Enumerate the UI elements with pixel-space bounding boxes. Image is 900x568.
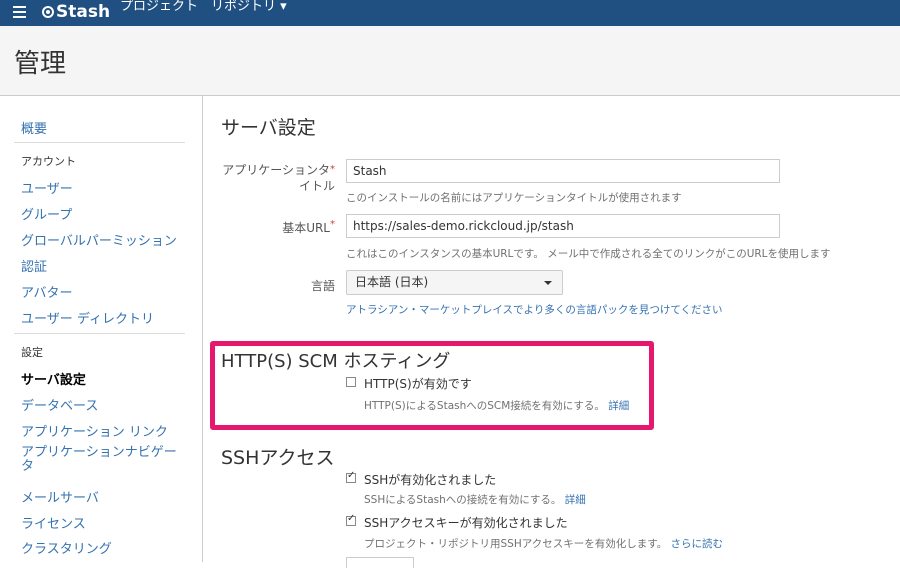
app-title-input[interactable]: Stash bbox=[346, 159, 780, 183]
base-url-label: 基本URL* bbox=[218, 219, 335, 236]
sidebar-item-licensing[interactable]: ライセンス bbox=[21, 513, 86, 532]
ssh-enabled-label: SSHが有効化されました bbox=[364, 473, 497, 487]
sidebar-item-overview[interactable]: 概要 bbox=[21, 118, 47, 137]
app-title-description: このインストールの名前にはアプリケーションタイトルが使用されます bbox=[346, 192, 682, 204]
sidebar-item-avatars[interactable]: アバター bbox=[21, 282, 72, 301]
sidebar-item-global-permissions[interactable]: グローバルパーミッション bbox=[21, 230, 177, 249]
sidebar-item-users[interactable]: ユーザー bbox=[21, 178, 73, 197]
stash-logo-icon bbox=[42, 6, 54, 18]
base-url-input[interactable]: https://sales-demo.rickcloud.jp/stash bbox=[346, 214, 780, 238]
sidebar-item-authentication[interactable]: 認証 bbox=[21, 256, 47, 275]
language-select-value: 日本語 (日本) bbox=[355, 275, 429, 289]
nav-projects[interactable]: プロジェクト bbox=[120, 0, 198, 14]
nav-repositories[interactable]: リポジトリ ▾ bbox=[211, 0, 287, 14]
top-navigation-bar: Stash プロジェクト リポジトリ ▾ bbox=[0, 0, 900, 26]
server-settings-heading: サーバ設定 bbox=[221, 117, 316, 139]
ssh-enabled-checkbox[interactable] bbox=[346, 470, 356, 483]
base-url-description: これはこのインスタンスの基本URLです。 メール中で作成される全てのリンクがこの… bbox=[346, 248, 831, 260]
stash-logo[interactable]: Stash bbox=[42, 2, 110, 22]
admin-sidebar: 概要 アカウント ユーザー グループ グローバルパーミッション 認証 アバター … bbox=[0, 96, 203, 562]
ssh-keys-label: SSHアクセスキーが有効化されました bbox=[364, 516, 568, 530]
ssh-description: SSHによるStashへの接続を有効にする。 詳細 bbox=[364, 492, 586, 507]
sidebar-item-clustering[interactable]: クラスタリング bbox=[21, 538, 112, 557]
sidebar-heading-account: アカウント bbox=[21, 155, 76, 168]
sidebar-divider bbox=[14, 142, 185, 143]
sidebar-item-application-links[interactable]: アプリケーション リンク bbox=[21, 421, 168, 440]
sidebar-item-database[interactable]: データベース bbox=[21, 395, 98, 414]
brand-name: Stash bbox=[56, 2, 111, 22]
ssh-keys-description-text: プロジェクト・リポジトリ用SSHアクセスキーを有効化します。 bbox=[364, 538, 668, 550]
ssh-description-text: SSHによるStashへの接続を有効にする。 bbox=[364, 494, 562, 506]
sidebar-item-user-directories[interactable]: ユーザー ディレクトリ bbox=[21, 308, 154, 327]
required-marker: * bbox=[330, 164, 335, 175]
app-title-label-line2: イトル bbox=[298, 179, 335, 193]
language-select[interactable]: 日本語 (日本) bbox=[346, 270, 563, 295]
ssh-keys-read-more-link[interactable]: さらに読む bbox=[671, 538, 724, 550]
language-label: 言語 bbox=[310, 279, 335, 293]
page-header: 管理 bbox=[0, 26, 900, 96]
app-title-label: アプリケーションタ* イトル bbox=[218, 162, 335, 194]
highlight-box bbox=[210, 341, 654, 430]
required-marker: * bbox=[330, 219, 335, 230]
sidebar-item-groups[interactable]: グループ bbox=[21, 204, 72, 223]
base-url-label-text: 基本URL bbox=[282, 221, 330, 235]
sidebar-item-mail-server[interactable]: メールサーバ bbox=[21, 487, 99, 506]
sidebar-item-server-settings[interactable]: サーバ設定 bbox=[21, 369, 86, 388]
ssh-port-input[interactable] bbox=[346, 557, 414, 568]
ssh-keys-checkbox[interactable] bbox=[346, 513, 356, 526]
sidebar-heading-settings: 設定 bbox=[21, 346, 43, 359]
sidebar-item-app-navigator[interactable]: アプリケーションナビゲータ bbox=[21, 446, 181, 474]
chevron-down-icon bbox=[544, 281, 552, 285]
ssh-access-heading: SSHアクセス bbox=[221, 447, 335, 469]
ssh-details-link[interactable]: 詳細 bbox=[565, 494, 586, 506]
app-title-label-line1: アプリケーションタ bbox=[222, 163, 330, 177]
ssh-keys-description: プロジェクト・リポジトリ用SSHアクセスキーを有効化します。 さらに読む bbox=[364, 536, 723, 551]
sidebar-divider bbox=[14, 333, 185, 334]
page-title: 管理 bbox=[14, 49, 67, 79]
language-marketplace-link[interactable]: アトラシアン・マーケットプレイスでより多くの言語パックを見つけてください bbox=[346, 302, 723, 317]
menu-icon[interactable] bbox=[13, 6, 26, 19]
